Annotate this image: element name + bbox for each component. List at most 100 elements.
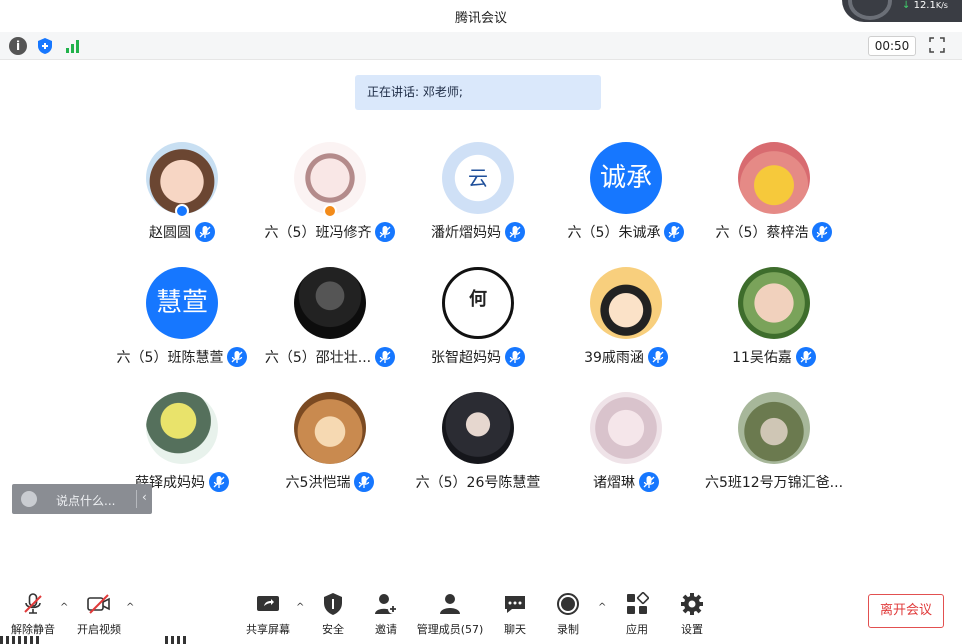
participant-name: 六5班12号万锦汇爸...	[704, 475, 844, 491]
microphone-icon	[664, 222, 685, 242]
record-button[interactable]: 录制	[553, 592, 583, 636]
net-speed-unit: K/s	[935, 1, 948, 10]
participant-name: 11吴佑嘉	[732, 350, 792, 366]
apps-label: 应用	[626, 623, 648, 636]
title-bar: 腾讯会议 ▢ ✕ ↓ 12.1K/s	[0, 0, 962, 32]
participant-tile[interactable]: 六（5）26号陈慧萱	[393, 392, 563, 502]
info-toolbar: i 00:50	[0, 32, 962, 60]
microphone-icon	[354, 472, 375, 492]
participant-name: 潘炘熠妈妈	[431, 225, 501, 241]
meeting-timer: 00:50	[868, 36, 916, 56]
unmute-label: 解除静音	[11, 623, 55, 636]
participant-tile[interactable]: 六（5）邵壮壮...	[245, 267, 415, 377]
participant-tile[interactable]: 六（5）蔡梓浩	[689, 142, 859, 252]
participant-tile[interactable]: 六5洪恺瑞	[245, 392, 415, 502]
net-speed-value: 12.1	[913, 0, 936, 11]
shield-icon[interactable]	[36, 37, 54, 55]
settings-label: 设置	[681, 623, 703, 636]
meeting-window: 腾讯会议 ▢ ✕ ↓ 12.1K/s i 00:50 正在讲话: 邓老师;	[0, 0, 962, 644]
avatar-text: 诚承	[599, 163, 652, 193]
participant-name: 六（5）班陈慧萱	[116, 350, 224, 366]
avatar	[738, 267, 810, 339]
participant-name-line: 六（5）班陈慧萱	[97, 347, 267, 369]
invite-label: 邀请	[375, 623, 397, 636]
record-options-chevron-icon[interactable]: ^	[598, 602, 608, 613]
microphone-icon	[647, 347, 668, 367]
collapse-chevron-icon[interactable]: ‹	[142, 490, 147, 504]
microphone-icon	[639, 472, 659, 492]
signal-icon[interactable]	[64, 37, 82, 55]
network-ring-icon	[848, 0, 892, 20]
participant-name: 六5洪恺瑞	[285, 475, 351, 491]
leave-meeting-button[interactable]: 离开会议	[868, 594, 944, 628]
avatar	[294, 392, 366, 464]
apps-grid-icon	[625, 591, 650, 616]
security-button[interactable]: 安全	[318, 592, 348, 636]
host-badge-icon	[175, 204, 189, 218]
participant-tile[interactable]: 诚承 六（5）朱诚承	[541, 142, 711, 252]
muted-mic-icon	[21, 592, 45, 616]
participant-tile[interactable]: 何 张智超妈妈	[393, 267, 563, 377]
security-label: 安全	[322, 623, 344, 636]
participant-name-line: 六（5）26号陈慧萱	[393, 472, 563, 494]
avatar: 何	[442, 267, 514, 339]
participant-tile[interactable]: 诸熠琳	[541, 392, 711, 502]
participant-name-line: 六（5）邵壮壮...	[245, 347, 415, 369]
settings-button[interactable]: 设置	[677, 592, 707, 636]
avatar-text: 云	[468, 166, 488, 190]
share-screen-label: 共享屏幕	[246, 623, 290, 636]
info-icon[interactable]: i	[9, 37, 27, 55]
participant-name-line: 潘炘熠妈妈	[393, 222, 563, 244]
audio-options-chevron-icon[interactable]: ^	[60, 602, 70, 613]
share-screen-icon	[256, 592, 280, 616]
participant-name-line: 六5洪恺瑞	[245, 472, 415, 494]
microphone-icon	[209, 472, 229, 492]
manage-members-button[interactable]: 管理成员(57)	[412, 592, 488, 636]
apps-button[interactable]: 应用	[622, 591, 652, 636]
share-screen-button[interactable]: 共享屏幕	[243, 592, 293, 636]
emoji-icon[interactable]	[21, 491, 37, 507]
chat-label: 聊天	[504, 623, 526, 636]
participant-name-line: 六5班12号万锦汇爸...	[689, 472, 859, 494]
chat-input[interactable]: 说点什么... ‹	[12, 484, 152, 514]
avatar: 云	[442, 142, 514, 214]
unmute-button[interactable]: 解除静音	[8, 592, 58, 636]
participant-tile[interactable]: 六（5）班冯修齐	[245, 142, 415, 252]
chat-divider	[136, 490, 137, 508]
avatar	[738, 392, 810, 464]
participant-name-line: 39戚雨涵	[541, 347, 711, 369]
avatar	[442, 392, 514, 464]
share-options-chevron-icon[interactable]: ^	[296, 602, 306, 613]
avatar-text: 何	[469, 289, 487, 310]
host-badge-icon	[323, 204, 337, 218]
participant-name: 六（5）班冯修齐	[264, 225, 372, 241]
microphone-icon	[505, 347, 525, 367]
participant-name: 诸熠琳	[593, 475, 635, 491]
start-video-button[interactable]: 开启视频	[74, 592, 124, 636]
microphone-icon	[195, 222, 215, 242]
record-label: 录制	[557, 623, 579, 636]
chat-bubble-icon	[503, 592, 527, 616]
participant-tile[interactable]: 云 潘炘熠妈妈	[393, 142, 563, 252]
participant-name: 张智超妈妈	[431, 350, 501, 366]
participant-tile[interactable]: 赵圆圆	[97, 142, 267, 252]
chat-button[interactable]: 聊天	[500, 592, 530, 636]
participant-name: 六（5）邵壮壮...	[264, 350, 372, 366]
participant-tile[interactable]: 39戚雨涵	[541, 267, 711, 377]
microphone-icon	[795, 347, 816, 367]
video-options-chevron-icon[interactable]: ^	[126, 602, 136, 613]
invite-button[interactable]: 邀请	[371, 592, 401, 636]
shield-icon	[321, 592, 345, 616]
participant-tile[interactable]: 11吴佑嘉	[689, 267, 859, 377]
microphone-icon	[812, 222, 833, 242]
download-arrow-icon: ↓	[902, 0, 911, 11]
participant-name-line: 六（5）朱诚承	[541, 222, 711, 244]
avatar	[738, 142, 810, 214]
participant-name-line: 六（5）班冯修齐	[245, 222, 415, 244]
video-off-icon	[87, 592, 111, 616]
participant-tile[interactable]: 慧萱 六（5）班陈慧萱	[97, 267, 267, 377]
avatar-text: 慧萱	[155, 288, 208, 318]
participant-name: 六（5）朱诚承	[567, 225, 661, 241]
participant-tile[interactable]: 六5班12号万锦汇爸...	[689, 392, 859, 502]
fullscreen-icon[interactable]	[929, 37, 945, 53]
